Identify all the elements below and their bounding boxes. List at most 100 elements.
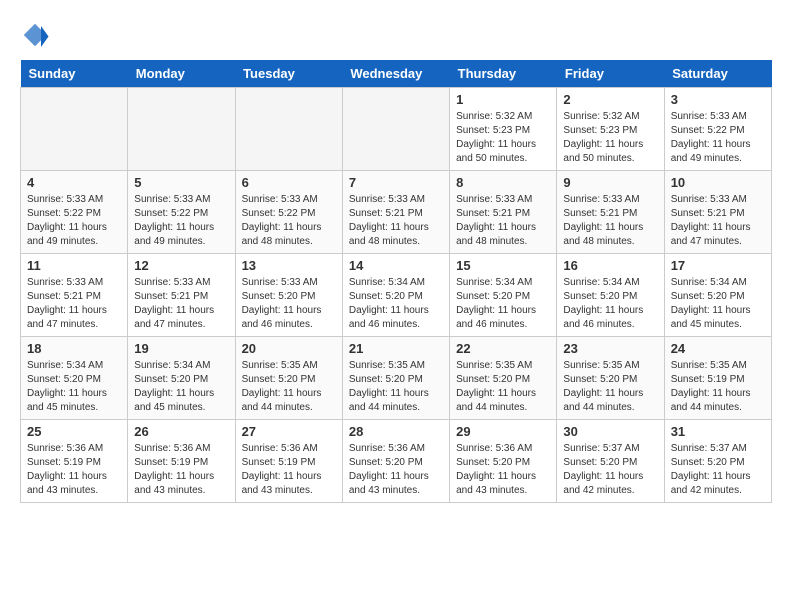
day-info: Sunrise: 5:37 AM Sunset: 5:20 PM Dayligh… xyxy=(671,442,765,498)
calendar-cell: 24 Sunrise: 5:35 AM Sunset: 5:19 PM Dayli… xyxy=(664,337,771,420)
day-number: 6 xyxy=(242,175,336,190)
day-number: 18 xyxy=(27,341,121,356)
day-info: Sunrise: 5:33 AM Sunset: 5:21 PM Dayligh… xyxy=(349,193,443,249)
calendar-cell: 23Sunrise: 5:35 AM Sunset: 5:20 PM Dayli… xyxy=(557,337,664,420)
day-info: Sunrise: 5:33 AM Sunset: 5:21 PM Dayligh… xyxy=(134,276,228,332)
calendar-week-row-3: 11 Sunrise: 5:33 AM Sunset: 5:21 PM Dayli… xyxy=(21,254,772,337)
day-info: Sunrise: 5:34 AM Sunset: 5:20 PM Dayligh… xyxy=(134,359,228,415)
calendar-week-row-2: 4 Sunrise: 5:33 AM Sunset: 5:22 PM Daylig… xyxy=(21,171,772,254)
day-info: Sunrise: 5:36 AM Sunset: 5:19 PM Dayligh… xyxy=(27,442,121,498)
day-info: Sunrise: 5:33 AM Sunset: 5:21 PM Dayligh… xyxy=(563,193,657,249)
day-number: 17 xyxy=(671,258,765,273)
calendar-week-row-4: 18 Sunrise: 5:34 AM Sunset: 5:20 PM Dayli… xyxy=(21,337,772,420)
day-number: 3 xyxy=(671,92,765,107)
weekday-header-tuesday: Tuesday xyxy=(235,60,342,88)
day-number: 4 xyxy=(27,175,121,190)
day-info: Sunrise: 5:36 AM Sunset: 5:20 PM Dayligh… xyxy=(456,442,550,498)
calendar-cell: 31 Sunrise: 5:37 AM Sunset: 5:20 PM Dayli… xyxy=(664,420,771,503)
calendar-cell: 5 Sunrise: 5:33 AM Sunset: 5:22 PM Daylig… xyxy=(128,171,235,254)
day-number: 7 xyxy=(349,175,443,190)
calendar-cell xyxy=(128,88,235,171)
weekday-header-friday: Friday xyxy=(557,60,664,88)
day-number: 19 xyxy=(134,341,228,356)
day-info: Sunrise: 5:32 AM Sunset: 5:23 PM Dayligh… xyxy=(563,110,657,166)
day-number: 5 xyxy=(134,175,228,190)
calendar-cell: 15 Sunrise: 5:34 AM Sunset: 5:20 PM Dayli… xyxy=(450,254,557,337)
day-info: Sunrise: 5:33 AM Sunset: 5:21 PM Dayligh… xyxy=(456,193,550,249)
day-info: Sunrise: 5:32 AM Sunset: 5:23 PM Dayligh… xyxy=(456,110,550,166)
calendar-cell: 10 Sunrise: 5:33 AM Sunset: 5:21 PM Dayli… xyxy=(664,171,771,254)
day-number: 9 xyxy=(563,175,657,190)
weekday-header-thursday: Thursday xyxy=(450,60,557,88)
calendar-cell xyxy=(21,88,128,171)
page-header xyxy=(20,20,772,50)
day-info: Sunrise: 5:33 AM Sunset: 5:22 PM Dayligh… xyxy=(671,110,765,166)
calendar-cell: 7 Sunrise: 5:33 AM Sunset: 5:21 PM Daylig… xyxy=(342,171,449,254)
day-info: Sunrise: 5:35 AM Sunset: 5:19 PM Dayligh… xyxy=(671,359,765,415)
calendar-cell: 22 Sunrise: 5:35 AM Sunset: 5:20 PM Dayli… xyxy=(450,337,557,420)
calendar-cell: 3 Sunrise: 5:33 AM Sunset: 5:22 PM Daylig… xyxy=(664,88,771,171)
day-number: 29 xyxy=(456,424,550,439)
day-info: Sunrise: 5:34 AM Sunset: 5:20 PM Dayligh… xyxy=(671,276,765,332)
calendar-cell: 13 Sunrise: 5:33 AM Sunset: 5:20 PM Dayli… xyxy=(235,254,342,337)
day-number: 30 xyxy=(563,424,657,439)
logo xyxy=(20,20,55,50)
calendar-cell: 11 Sunrise: 5:33 AM Sunset: 5:21 PM Dayli… xyxy=(21,254,128,337)
day-info: Sunrise: 5:35 AM Sunset: 5:20 PM Dayligh… xyxy=(563,359,657,415)
day-info: Sunrise: 5:36 AM Sunset: 5:19 PM Dayligh… xyxy=(134,442,228,498)
calendar-cell: 2 Sunrise: 5:32 AM Sunset: 5:23 PM Daylig… xyxy=(557,88,664,171)
calendar-table: SundayMondayTuesdayWednesdayThursdayFrid… xyxy=(20,60,772,503)
weekday-header-wednesday: Wednesday xyxy=(342,60,449,88)
day-number: 13 xyxy=(242,258,336,273)
calendar-week-row-1: 1 Sunrise: 5:32 AM Sunset: 5:23 PM Daylig… xyxy=(21,88,772,171)
day-number: 31 xyxy=(671,424,765,439)
calendar-cell: 17 Sunrise: 5:34 AM Sunset: 5:20 PM Dayli… xyxy=(664,254,771,337)
day-number: 20 xyxy=(242,341,336,356)
day-info: Sunrise: 5:36 AM Sunset: 5:20 PM Dayligh… xyxy=(349,442,443,498)
calendar-cell: 25 Sunrise: 5:36 AM Sunset: 5:19 PM Dayli… xyxy=(21,420,128,503)
day-info: Sunrise: 5:33 AM Sunset: 5:22 PM Dayligh… xyxy=(134,193,228,249)
calendar-cell: 9 Sunrise: 5:33 AM Sunset: 5:21 PM Daylig… xyxy=(557,171,664,254)
day-number: 10 xyxy=(671,175,765,190)
day-number: 15 xyxy=(456,258,550,273)
day-number: 25 xyxy=(27,424,121,439)
calendar-cell: 21 Sunrise: 5:35 AM Sunset: 5:20 PM Dayli… xyxy=(342,337,449,420)
calendar-cell: 27Sunrise: 5:36 AM Sunset: 5:19 PM Dayli… xyxy=(235,420,342,503)
calendar-cell: 28Sunrise: 5:36 AM Sunset: 5:20 PM Dayli… xyxy=(342,420,449,503)
weekday-header-monday: Monday xyxy=(128,60,235,88)
calendar-cell: 18Sunrise: 5:34 AM Sunset: 5:20 PM Dayli… xyxy=(21,337,128,420)
calendar-cell: 30Sunrise: 5:37 AM Sunset: 5:20 PM Dayli… xyxy=(557,420,664,503)
day-number: 22 xyxy=(456,341,550,356)
day-number: 16 xyxy=(563,258,657,273)
day-number: 14 xyxy=(349,258,443,273)
day-info: Sunrise: 5:34 AM Sunset: 5:20 PM Dayligh… xyxy=(563,276,657,332)
day-number: 21 xyxy=(349,341,443,356)
weekday-header-sunday: Sunday xyxy=(21,60,128,88)
day-info: Sunrise: 5:34 AM Sunset: 5:20 PM Dayligh… xyxy=(456,276,550,332)
calendar-cell: 4Sunrise: 5:33 AM Sunset: 5:22 PM Daylig… xyxy=(21,171,128,254)
weekday-header-saturday: Saturday xyxy=(664,60,771,88)
calendar-cell: 29 Sunrise: 5:36 AM Sunset: 5:20 PM Dayli… xyxy=(450,420,557,503)
day-number: 2 xyxy=(563,92,657,107)
day-info: Sunrise: 5:35 AM Sunset: 5:20 PM Dayligh… xyxy=(242,359,336,415)
day-number: 24 xyxy=(671,341,765,356)
calendar-cell: 12Sunrise: 5:33 AM Sunset: 5:21 PM Dayli… xyxy=(128,254,235,337)
weekday-header-row: SundayMondayTuesdayWednesdayThursdayFrid… xyxy=(21,60,772,88)
day-number: 26 xyxy=(134,424,228,439)
day-number: 1 xyxy=(456,92,550,107)
calendar-cell xyxy=(235,88,342,171)
calendar-cell: 19 Sunrise: 5:34 AM Sunset: 5:20 PM Dayli… xyxy=(128,337,235,420)
day-number: 11 xyxy=(27,258,121,273)
day-info: Sunrise: 5:35 AM Sunset: 5:20 PM Dayligh… xyxy=(456,359,550,415)
calendar-cell: 14Sunrise: 5:34 AM Sunset: 5:20 PM Dayli… xyxy=(342,254,449,337)
day-info: Sunrise: 5:36 AM Sunset: 5:19 PM Dayligh… xyxy=(242,442,336,498)
day-info: Sunrise: 5:33 AM Sunset: 5:21 PM Dayligh… xyxy=(671,193,765,249)
day-info: Sunrise: 5:33 AM Sunset: 5:20 PM Dayligh… xyxy=(242,276,336,332)
calendar-cell: 16 Sunrise: 5:34 AM Sunset: 5:20 PM Dayli… xyxy=(557,254,664,337)
calendar-cell: 20 Sunrise: 5:35 AM Sunset: 5:20 PM Dayli… xyxy=(235,337,342,420)
day-number: 8 xyxy=(456,175,550,190)
day-info: Sunrise: 5:35 AM Sunset: 5:20 PM Dayligh… xyxy=(349,359,443,415)
calendar-week-row-5: 25 Sunrise: 5:36 AM Sunset: 5:19 PM Dayli… xyxy=(21,420,772,503)
day-info: Sunrise: 5:33 AM Sunset: 5:21 PM Dayligh… xyxy=(27,276,121,332)
day-info: Sunrise: 5:33 AM Sunset: 5:22 PM Dayligh… xyxy=(242,193,336,249)
